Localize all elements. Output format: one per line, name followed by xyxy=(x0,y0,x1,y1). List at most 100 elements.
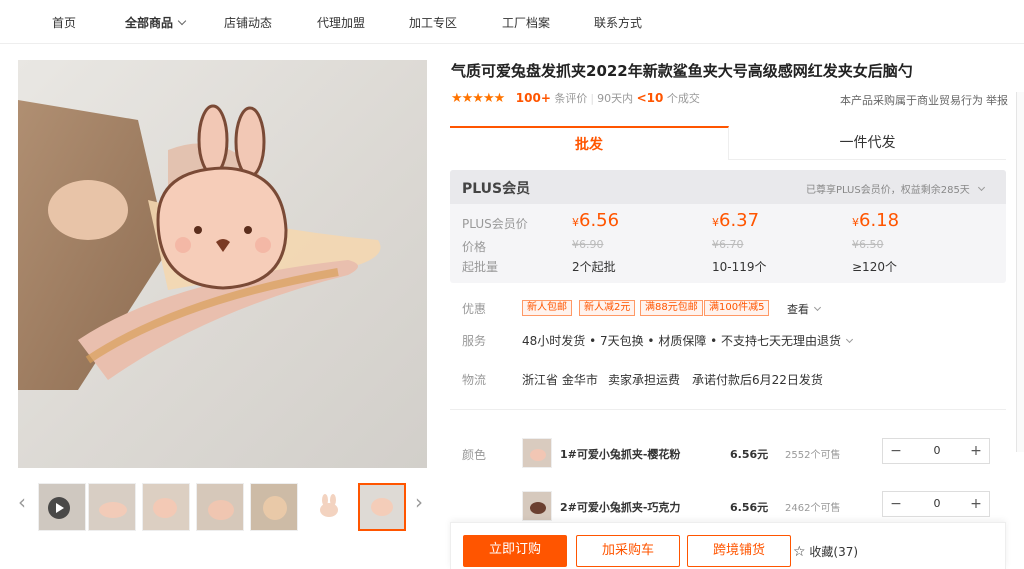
thumbnail-art xyxy=(251,484,297,530)
coupon-badge[interactable]: 满100件减5 xyxy=(704,300,770,316)
trade-note: 本产品采购属于商业贸易行为 xyxy=(840,94,983,107)
currency-symbol: ¥ xyxy=(572,216,579,229)
currency-symbol: ¥ xyxy=(712,216,719,229)
nav-contact[interactable]: 联系方式 xyxy=(594,14,642,31)
report-link[interactable]: 举报 xyxy=(986,92,1008,108)
favorite-label: 收藏(37) xyxy=(809,545,859,559)
thumbnail-art xyxy=(89,484,135,530)
thumbnail-image[interactable] xyxy=(250,483,298,531)
promo-label: 优惠 xyxy=(462,302,487,316)
coupon-badge[interactable]: 满88元包邮 xyxy=(640,300,703,316)
plus-price-tier-3: ¥6.18 xyxy=(852,210,899,231)
nav-agent[interactable]: 代理加盟 xyxy=(317,14,365,31)
logistics-ship-time: 承诺付款后6月22日发货 xyxy=(692,373,823,387)
quantity-value[interactable]: 0 xyxy=(913,444,961,457)
original-price-tier-3: ¥6.50 xyxy=(852,238,884,251)
plus-price-label: PLUS会员价 xyxy=(462,217,528,231)
thumbnail-image[interactable] xyxy=(88,483,136,531)
plus-title: PLUS会员 xyxy=(462,181,531,197)
star-outline-icon: ☆ xyxy=(793,544,806,560)
action-bar: 立即订购 加采购车 跨境铺货 ☆ 收藏(37) xyxy=(450,522,1006,569)
quantity-value[interactable]: 0 xyxy=(913,497,961,510)
buy-now-button[interactable]: 立即订购 xyxy=(463,535,567,567)
nav-all-products-label: 全部商品 xyxy=(125,16,174,30)
coupon-badge[interactable]: 新人包邮 xyxy=(522,300,572,316)
thumbnail-image[interactable] xyxy=(304,483,352,531)
minus-icon[interactable]: − xyxy=(883,492,909,516)
service-text[interactable]: 48小时发货 • 7天包换 • 材质保障 • 不支持七天无理由退货 xyxy=(522,332,854,349)
variant-row: 1#可爱小兔抓夹-樱花粉 6.56元 2552个可售 − 0 + xyxy=(462,438,992,478)
chevron-down-icon xyxy=(845,335,854,344)
variant-name: 1#可爱小兔抓夹-樱花粉 xyxy=(560,448,681,461)
qty-tier-1: 2个起批 xyxy=(572,260,616,274)
meta-divider: | xyxy=(590,92,595,105)
variant-thumbnail[interactable] xyxy=(522,438,552,468)
original-price-tier-2: ¥6.70 xyxy=(712,238,744,251)
service-text-value: 48小时发货 • 7天包换 • 材质保障 • 不支持七天无理由退货 xyxy=(522,334,842,348)
logistics-origin: 浙江省 金华市 xyxy=(522,373,598,387)
thumbnail-image-selected[interactable] xyxy=(358,483,406,531)
quantity-stepper: − 0 + xyxy=(882,491,990,517)
chevron-down-icon xyxy=(177,16,187,26)
chevron-left-icon[interactable]: ‹ xyxy=(18,490,26,514)
variant-stock: 2552个可售 xyxy=(785,450,841,461)
tab-wholesale[interactable]: 批发 xyxy=(450,126,729,160)
main-product-image[interactable] xyxy=(18,60,427,468)
promo-more-link[interactable]: 查看 xyxy=(787,301,822,317)
add-to-cart-button[interactable]: 加采购车 xyxy=(576,535,680,567)
plus-header: PLUS会员 已尊享PLUS会员价，权益剩余285天 xyxy=(450,170,1006,204)
logistics-label: 物流 xyxy=(462,373,487,387)
review-label: 条评价 xyxy=(554,92,588,105)
nav-processing[interactable]: 加工专区 xyxy=(409,14,457,31)
promo-row: 优惠 新人包邮 新人减2元 满88元包邮 满100件减5 查看 xyxy=(462,300,1002,318)
sales-unit: 个成交 xyxy=(666,92,700,105)
variant-thumbnail[interactable] xyxy=(522,491,552,521)
plus-icon[interactable]: + xyxy=(963,439,989,463)
variant-price: 6.56元 xyxy=(730,501,769,514)
plus-price-value: 6.37 xyxy=(719,210,760,231)
logistics-shipping: 卖家承担运费 xyxy=(608,373,681,387)
chevron-down-icon xyxy=(977,183,986,192)
variant-thumbnail-art xyxy=(523,439,551,467)
variant-thumbnail-art xyxy=(523,492,551,520)
thumbnail-video[interactable] xyxy=(38,483,86,531)
thumbnail-art xyxy=(143,484,189,530)
nav-store-news[interactable]: 店铺动态 xyxy=(224,14,272,31)
cross-border-button[interactable]: 跨境铺货 xyxy=(687,535,791,567)
qty-tier-3: ≥120个 xyxy=(852,260,897,274)
section-divider xyxy=(450,409,1006,410)
coupon-badge[interactable]: 新人减2元 xyxy=(579,300,636,316)
variant-stock: 2462个可售 xyxy=(785,503,841,514)
minus-icon[interactable]: − xyxy=(883,439,909,463)
variant-price: 6.56元 xyxy=(730,448,769,461)
nav-all-products[interactable]: 全部商品 xyxy=(125,14,187,31)
sales-count: <10 xyxy=(636,91,664,105)
plus-icon[interactable]: + xyxy=(963,492,989,516)
thumbnail-art xyxy=(197,484,243,530)
service-row: 服务 48小时发货 • 7天包换 • 材质保障 • 不支持七天无理由退货 xyxy=(462,332,1002,350)
thumbnail-image[interactable] xyxy=(142,483,190,531)
qty-tier-2: 10-119个 xyxy=(712,260,767,274)
original-price-tier-1: ¥6.90 xyxy=(572,238,604,251)
plus-note[interactable]: 已尊享PLUS会员价，权益剩余285天 xyxy=(806,181,986,196)
star-rating-icon: ★★★★★ xyxy=(451,91,505,106)
tab-dropship[interactable]: 一件代发 xyxy=(729,126,1006,160)
chevron-right-icon[interactable]: › xyxy=(415,490,423,514)
plus-price-panel: PLUS会员 已尊享PLUS会员价，权益剩余285天 PLUS会员价 价格 起批… xyxy=(450,170,1006,283)
plus-price-tier-1: ¥6.56 xyxy=(572,210,619,231)
play-icon xyxy=(39,484,85,530)
favorite-button[interactable]: ☆ 收藏(37) xyxy=(793,543,858,560)
product-title: 气质可爱兔盘发抓夹2022年新款鲨鱼夹大号高级感网红发夹女后脑勺 xyxy=(451,62,913,80)
thumbnail-art xyxy=(305,484,351,530)
min-qty-label: 起批量 xyxy=(462,260,499,274)
promo-more-label: 查看 xyxy=(787,303,809,316)
top-navigation: 首页 全部商品 店铺动态 代理加盟 加工专区 工厂档案 联系方式 xyxy=(0,0,1024,44)
nav-home[interactable]: 首页 xyxy=(52,14,76,31)
plus-price-tier-2: ¥6.37 xyxy=(712,210,759,231)
thumbnail-image[interactable] xyxy=(196,483,244,531)
review-count[interactable]: 100+ xyxy=(516,91,551,105)
nav-factory[interactable]: 工厂档案 xyxy=(502,14,550,31)
price-label: 价格 xyxy=(462,240,487,254)
service-label: 服务 xyxy=(462,334,487,348)
plus-price-value: 6.56 xyxy=(579,210,620,231)
